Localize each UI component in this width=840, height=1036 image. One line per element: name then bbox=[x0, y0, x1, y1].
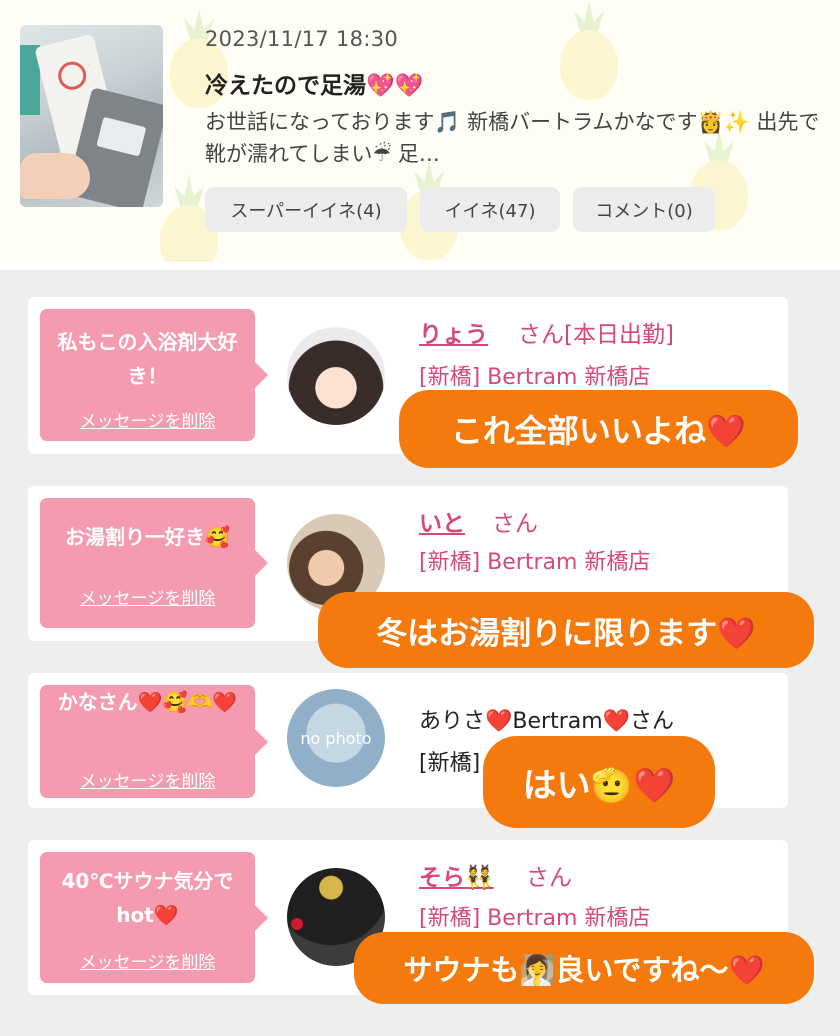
message-bubble: 40℃サウナ気分でhot❤️ メッセージを削除 bbox=[40, 852, 268, 983]
super-iine-button[interactable]: スーパーイイネ(4) bbox=[205, 187, 407, 232]
user-suffix: さん[本日出勤] bbox=[518, 322, 674, 348]
message-text: かなさん❤️🥰🫶❤️ bbox=[57, 690, 238, 714]
no-photo-avatar[interactable]: no photo bbox=[287, 689, 385, 787]
reply-overlay: はい🫡❤️ bbox=[483, 736, 715, 828]
shop-name: [新橋] Bertram 新橋店 bbox=[419, 365, 651, 390]
reply-overlay: サウナも🧖‍♀️良いですね〜❤️ bbox=[354, 932, 814, 1004]
message-bubble: 私もこの入浴剤大好き！ メッセージを削除 bbox=[40, 309, 268, 441]
avatar[interactable] bbox=[287, 327, 385, 425]
comment-button[interactable]: コメント(0) bbox=[573, 187, 715, 232]
shop-name: [新橋] Bertram 新橋店 bbox=[419, 550, 651, 575]
user-name-link[interactable]: そら👯 bbox=[419, 858, 494, 892]
user-suffix: さん bbox=[526, 865, 572, 891]
post-excerpt: お世話になっております🎵 新橋バートラムかなです👸✨ 出先で靴が濡れてしまい☔ … bbox=[205, 110, 820, 166]
message-text: 40℃サウナ気分でhot❤️ bbox=[61, 869, 234, 927]
user-name-link[interactable]: りょう bbox=[419, 315, 488, 349]
post-title[interactable]: 冷えたので足湯💖💖 bbox=[205, 66, 423, 100]
reply-overlay: これ全部いいよね❤️ bbox=[399, 390, 798, 468]
delete-message-link[interactable]: メッセージを削除 bbox=[40, 767, 255, 792]
message-bubble: お湯割り一好き🥰 メッセージを削除 bbox=[40, 498, 268, 628]
post-reaction-buttons: スーパーイイネ(4) イイネ(47) コメント(0) bbox=[205, 187, 715, 232]
shop-name: [新橋] Bertram 新橋店 bbox=[419, 906, 651, 931]
user-suffix: さん bbox=[492, 511, 538, 537]
delete-message-link[interactable]: メッセージを削除 bbox=[40, 584, 255, 609]
post-date: 2023/11/17 18:30 bbox=[205, 27, 399, 51]
message-text: 私もこの入浴剤大好き！ bbox=[57, 330, 238, 388]
message-list: 私もこの入浴剤大好き！ メッセージを削除 りょう さん[本日出勤] [新橋] B… bbox=[0, 270, 840, 1036]
user-name-link[interactable]: いと bbox=[419, 504, 465, 538]
user-name-link[interactable]: ありさ❤️Bertram❤️さん bbox=[419, 703, 674, 735]
shop-name: [新橋] bbox=[419, 751, 481, 776]
blog-post-summary: 2023/11/17 18:30 冷えたので足湯💖💖 お世話になっております🎵 … bbox=[0, 0, 840, 262]
reply-overlay: 冬はお湯割りに限ります❤️ bbox=[318, 592, 814, 668]
message-bubble: かなさん❤️🥰🫶❤️ メッセージを削除 bbox=[40, 685, 268, 798]
delete-message-link[interactable]: メッセージを削除 bbox=[40, 948, 255, 973]
iine-button[interactable]: イイネ(47) bbox=[420, 187, 560, 232]
delete-message-link[interactable]: メッセージを削除 bbox=[40, 407, 255, 432]
message-text: お湯割り一好き🥰 bbox=[65, 525, 230, 549]
post-thumbnail[interactable] bbox=[20, 25, 163, 207]
